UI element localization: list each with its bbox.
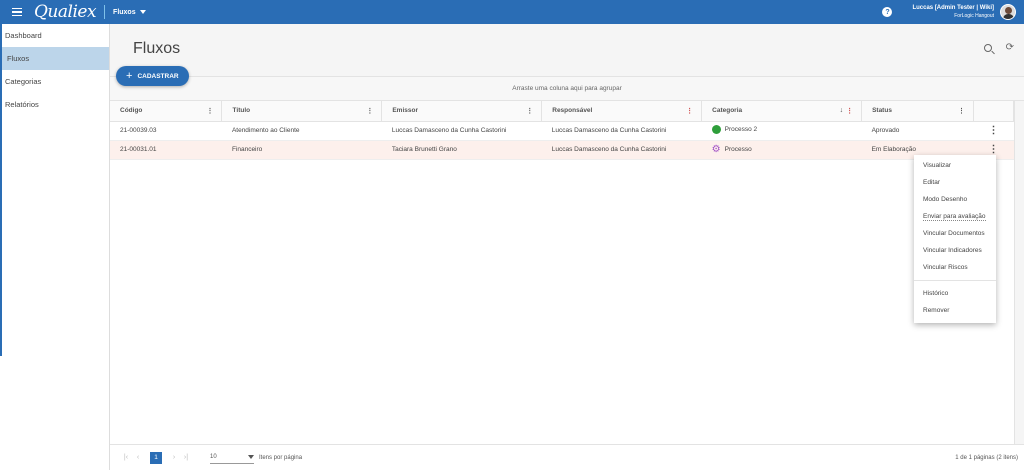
menu-item-vincular-riscos[interactable]: Vincular Riscos (914, 259, 996, 276)
hamburger-menu-icon[interactable] (4, 0, 30, 24)
refresh-icon[interactable]: ⟳ (1006, 43, 1014, 53)
cell-title: Atendimento ao Cliente (221, 121, 382, 141)
column-options-icon[interactable]: ⋮ (206, 107, 213, 115)
chevron-down-icon (139, 10, 146, 14)
cell-title: Financeiro (221, 140, 382, 160)
top-bar: Qualiex Fluxos ? Luccas [Admin Tester | … (0, 0, 1024, 24)
table-row[interactable]: 21-00031.01 Financeiro Taciara Brunetti … (110, 140, 1014, 160)
pager: |‹ ‹ 1 › ›| 10 Itens por página 1 de 1 p… (110, 444, 1024, 470)
sort-desc-icon[interactable]: ↓ (840, 107, 844, 114)
table-row[interactable]: 21-00039.03 Atendimento ao Cliente Lucca… (110, 121, 1014, 141)
menu-item-editar[interactable]: Editar (914, 174, 996, 191)
menu-divider (914, 280, 996, 281)
sidebar-item-relatorios[interactable]: Relatórios (0, 93, 109, 116)
cell-category: ⚙ Processo (701, 140, 862, 160)
menu-item-enviar-avaliacao[interactable]: Enviar para avaliação (914, 208, 996, 225)
column-header-titulo[interactable]: Título ⋮ (221, 101, 383, 122)
add-button[interactable]: + CADASTRAR (116, 66, 189, 86)
module-label: Fluxos (113, 8, 136, 16)
user-info[interactable]: Luccas [Admin Tester | Wiki] ForLogic Ha… (912, 4, 994, 20)
app-logo[interactable]: Qualiex (34, 2, 97, 22)
cell-responsible: Luccas Damasceno da Cunha Castorini (541, 140, 702, 160)
group-panel[interactable]: Arraste uma coluna aqui para agrupar (110, 77, 1024, 101)
column-options-icon[interactable]: ⋮ (526, 107, 533, 115)
menu-item-historico[interactable]: Histórico (914, 285, 996, 302)
plus-icon: + (126, 70, 133, 82)
cell-emitter: Taciara Brunetti Grano (381, 140, 542, 160)
first-page-icon[interactable]: |‹ (120, 454, 132, 461)
menu-item-modo-desenho[interactable]: Modo Desenho (914, 191, 996, 208)
add-button-label: CADASTRAR (137, 72, 179, 80)
page-size-select[interactable]: 10 (210, 452, 254, 464)
column-header-actions (973, 101, 1014, 122)
chevron-down-icon (248, 455, 254, 459)
data-grid: Arraste uma coluna aqui para agrupar Cód… (110, 76, 1024, 470)
group-hint: Arraste uma coluna aqui para agrupar (512, 85, 622, 92)
row-actions-kebab-icon[interactable]: ⋮ (973, 121, 1014, 141)
column-header-codigo[interactable]: Código ⋮ (110, 101, 223, 122)
vertical-scrollbar[interactable] (1014, 101, 1024, 445)
flows-table: Código ⋮ Título ⋮ Emissor ⋮ Responsável ⋮ Ca… (110, 101, 1014, 160)
next-page-icon[interactable]: › (168, 454, 180, 461)
menu-item-vincular-documentos[interactable]: Vincular Documentos (914, 225, 996, 242)
help-icon[interactable]: ? (882, 7, 893, 17)
menu-item-vincular-indicadores[interactable]: Vincular Indicadores (914, 242, 996, 259)
cell-status: Aprovado (861, 121, 974, 141)
column-header-status[interactable]: Status ⋮ (861, 101, 974, 122)
row-context-menu: Visualizar Editar Modo Desenho Enviar pa… (914, 155, 996, 323)
column-header-emissor[interactable]: Emissor ⋮ (381, 101, 543, 122)
column-header-categoria[interactable]: Categoria ↓ ⋮ (701, 101, 863, 122)
sidebar-item-dashboard[interactable]: Dashboard (0, 24, 109, 47)
page-size-label: Itens por página (259, 454, 303, 461)
pager-info: 1 de 1 páginas (2 itens) (955, 454, 1018, 461)
column-options-icon[interactable]: ⋮ (366, 107, 373, 115)
sidebar-item-fluxos[interactable]: Fluxos (0, 47, 109, 70)
column-header-responsavel[interactable]: Responsável ⋮ (541, 101, 703, 122)
header-divider (104, 5, 106, 19)
last-page-icon[interactable]: ›| (180, 454, 192, 461)
cell-code: 21-00031.01 (110, 140, 222, 160)
column-filter-icon[interactable]: ⋮ (846, 107, 853, 115)
cell-code: 21-00039.03 (110, 121, 222, 141)
sidebar: Dashboard Fluxos Categorias Relatórios (0, 24, 110, 470)
avatar[interactable] (1000, 4, 1016, 20)
search-icon[interactable] (983, 44, 992, 52)
category-dot-icon (711, 125, 721, 134)
cell-emitter: Luccas Damasceno da Cunha Castorini (381, 121, 542, 141)
page-size-value: 10 (210, 454, 217, 460)
cell-category: Processo 2 (701, 121, 862, 141)
column-filter-icon[interactable]: ⋮ (686, 107, 693, 115)
page-number-button[interactable]: 1 (150, 451, 162, 464)
cell-responsible: Luccas Damasceno da Cunha Castorini (541, 121, 702, 141)
prev-page-icon[interactable]: ‹ (132, 454, 144, 461)
main-content: Fluxos ⟳ + CADASTRAR Arraste uma coluna … (110, 24, 1024, 470)
page-title: Fluxos (133, 40, 181, 57)
menu-item-visualizar[interactable]: Visualizar (914, 157, 996, 174)
user-name: Luccas [Admin Tester | Wiki] (912, 5, 994, 11)
gear-icon: ⚙ (711, 143, 721, 155)
user-org: ForLogic Hangout (954, 13, 994, 19)
column-options-icon[interactable]: ⋮ (958, 107, 965, 115)
module-selector[interactable]: Fluxos (113, 9, 146, 16)
menu-item-remover[interactable]: Remover (914, 302, 996, 319)
sidebar-item-categorias[interactable]: Categorias (0, 70, 109, 93)
